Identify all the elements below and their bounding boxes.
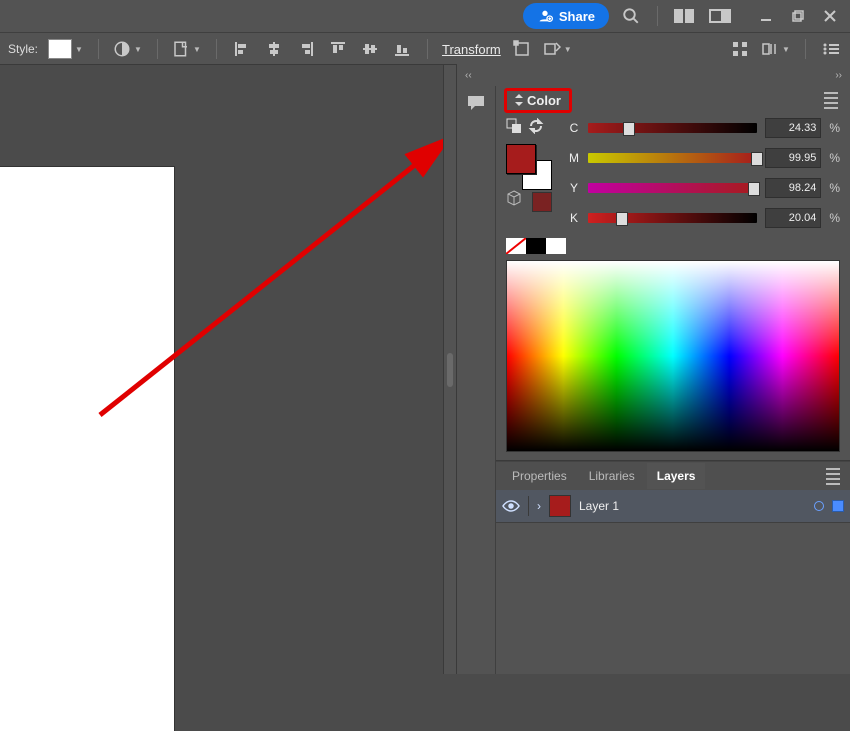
- close-button[interactable]: [816, 2, 844, 30]
- pct-label: %: [829, 211, 840, 225]
- swap-default-icon[interactable]: [506, 118, 522, 134]
- layer-name[interactable]: Layer 1: [579, 499, 806, 513]
- layers-panel: Properties Libraries Layers › Layer 1: [496, 461, 850, 674]
- cmyk-sliders: C 24.33 % M 99.95 %: [568, 118, 840, 228]
- slider-track-c[interactable]: [588, 123, 757, 133]
- align-bottom-icon[interactable]: [391, 38, 413, 60]
- layers-panel-menu-icon[interactable]: [822, 464, 844, 489]
- transform-panel-link[interactable]: Transform: [442, 42, 501, 57]
- scale-corners-icon[interactable]: [511, 38, 533, 60]
- align-to-icon[interactable]: ▼: [761, 40, 791, 58]
- none-swatch-icon[interactable]: [506, 238, 526, 254]
- layer-thumbnail: [549, 495, 571, 517]
- panel-collapse-strip[interactable]: ‹‹››: [457, 64, 850, 86]
- value-input-k[interactable]: 20.04: [765, 208, 821, 228]
- scale-strokes-icon[interactable]: ▼: [543, 40, 573, 58]
- color-panel: Color: [496, 86, 850, 461]
- align-top-icon[interactable]: [327, 38, 349, 60]
- selection-indicator-icon[interactable]: [832, 500, 844, 512]
- fill-stroke-picker[interactable]: [506, 118, 558, 202]
- collapsed-panel-dock: [457, 86, 496, 674]
- control-bar: Style: ▼ ▼ ▼ Transform ▼ ▼: [0, 32, 850, 65]
- canvas-area[interactable]: [0, 64, 456, 674]
- slider-row-y: Y 98.24 %: [568, 178, 840, 198]
- align-right-icon[interactable]: [295, 38, 317, 60]
- tab-properties[interactable]: Properties: [502, 463, 577, 489]
- slider-track-y[interactable]: [588, 183, 757, 193]
- pct-label: %: [829, 121, 840, 135]
- comment-panel-icon[interactable]: [465, 92, 487, 114]
- align-center-h-icon[interactable]: [263, 38, 285, 60]
- color-spectrum[interactable]: [506, 260, 840, 452]
- recolor-artwork-button[interactable]: ▼: [113, 40, 143, 58]
- pct-label: %: [829, 181, 840, 195]
- color-panel-tab[interactable]: Color: [504, 88, 572, 113]
- value-input-y[interactable]: 98.24: [765, 178, 821, 198]
- arrange-documents-icon[interactable]: [670, 2, 698, 30]
- layer-row[interactable]: › Layer 1: [496, 490, 850, 523]
- channel-label: Y: [568, 181, 580, 195]
- white-swatch[interactable]: [546, 238, 566, 254]
- pct-label: %: [829, 151, 840, 165]
- value-input-c[interactable]: 24.33: [765, 118, 821, 138]
- graphic-style-label: Style:: [8, 42, 38, 56]
- share-button[interactable]: Share: [523, 3, 609, 29]
- value-input-m[interactable]: 99.95: [765, 148, 821, 168]
- graphic-style-swatch[interactable]: ▼: [48, 39, 84, 59]
- last-color-swatch[interactable]: [532, 192, 552, 212]
- tab-layers[interactable]: Layers: [647, 463, 706, 489]
- target-indicator-icon[interactable]: [814, 501, 824, 511]
- channel-label: M: [568, 151, 580, 165]
- channel-label: K: [568, 211, 580, 225]
- panel-toggle-handle[interactable]: [443, 65, 456, 674]
- slider-track-m[interactable]: [588, 153, 757, 163]
- minimize-button[interactable]: [752, 2, 780, 30]
- isolate-icon[interactable]: [729, 38, 751, 60]
- slider-track-k[interactable]: [588, 213, 757, 223]
- color-panel-menu-icon[interactable]: [820, 88, 842, 113]
- channel-label: C: [568, 121, 580, 135]
- tab-libraries[interactable]: Libraries: [579, 463, 645, 489]
- search-icon[interactable]: [617, 2, 645, 30]
- align-left-icon[interactable]: [231, 38, 253, 60]
- expand-chevron-icon[interactable]: ›: [537, 499, 541, 513]
- black-swatch[interactable]: [526, 238, 546, 254]
- slider-row-k: K 20.04 %: [568, 208, 840, 228]
- artboard[interactable]: [0, 167, 174, 731]
- fill-swatch[interactable]: [506, 144, 536, 174]
- document-setup-button[interactable]: ▼: [172, 40, 202, 58]
- workspace-switcher-icon[interactable]: [706, 2, 734, 30]
- align-center-v-icon[interactable]: [359, 38, 381, 60]
- cube-icon[interactable]: [506, 190, 522, 206]
- title-bar: Share: [0, 0, 850, 32]
- color-panel-tab-label: Color: [527, 93, 561, 108]
- more-options-icon[interactable]: [820, 38, 842, 60]
- none-bw-strip[interactable]: [506, 238, 566, 254]
- visibility-eye-icon[interactable]: [502, 500, 520, 512]
- share-label: Share: [559, 9, 595, 24]
- swap-fillstroke-icon[interactable]: [528, 118, 544, 134]
- slider-row-c: C 24.33 %: [568, 118, 840, 138]
- slider-row-m: M 99.95 %: [568, 148, 840, 168]
- maximize-button[interactable]: [784, 2, 812, 30]
